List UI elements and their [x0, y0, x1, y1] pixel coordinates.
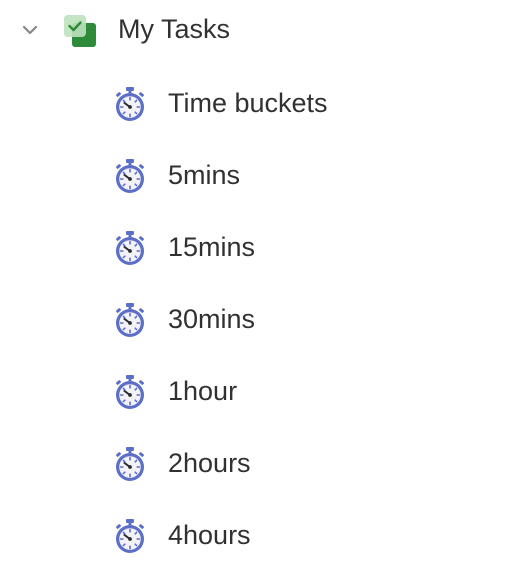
list-item-5mins[interactable]: 5mins: [0, 144, 516, 204]
list-item-label: 5mins: [168, 160, 241, 190]
list-item-30mins[interactable]: 30mins: [0, 288, 516, 348]
stopwatch-icon: [113, 374, 147, 410]
list-item-label: Time buckets: [168, 88, 328, 118]
stopwatch-icon: [113, 158, 147, 194]
chevron-down-icon[interactable]: [19, 19, 41, 41]
list-item-4hours[interactable]: 4hours: [0, 504, 516, 564]
stopwatch-icon: [113, 230, 147, 266]
list-item-2hours[interactable]: 2hours: [0, 432, 516, 492]
list-item-label: 30mins: [168, 304, 256, 334]
list-row-my-tasks[interactable]: My Tasks: [0, 0, 516, 60]
stopwatch-icon: [113, 302, 147, 338]
list-item-label: 4hours: [168, 520, 251, 550]
list-item-time-buckets[interactable]: Time buckets: [0, 72, 516, 132]
stopwatch-icon: [113, 446, 147, 482]
list-title: My Tasks: [118, 14, 231, 44]
stopwatch-icon: [113, 86, 147, 122]
list-item-1hour[interactable]: 1hour: [0, 360, 516, 420]
list-item-label: 2hours: [168, 448, 251, 478]
task-list-tree: My Tasks Time buckets 5mins 15mins 30min…: [0, 0, 516, 581]
checkbox-list-icon: [63, 14, 97, 48]
stopwatch-icon: [113, 518, 147, 554]
list-item-label: 15mins: [168, 232, 256, 262]
list-item-label: 1hour: [168, 376, 238, 406]
list-item-15mins[interactable]: 15mins: [0, 216, 516, 276]
